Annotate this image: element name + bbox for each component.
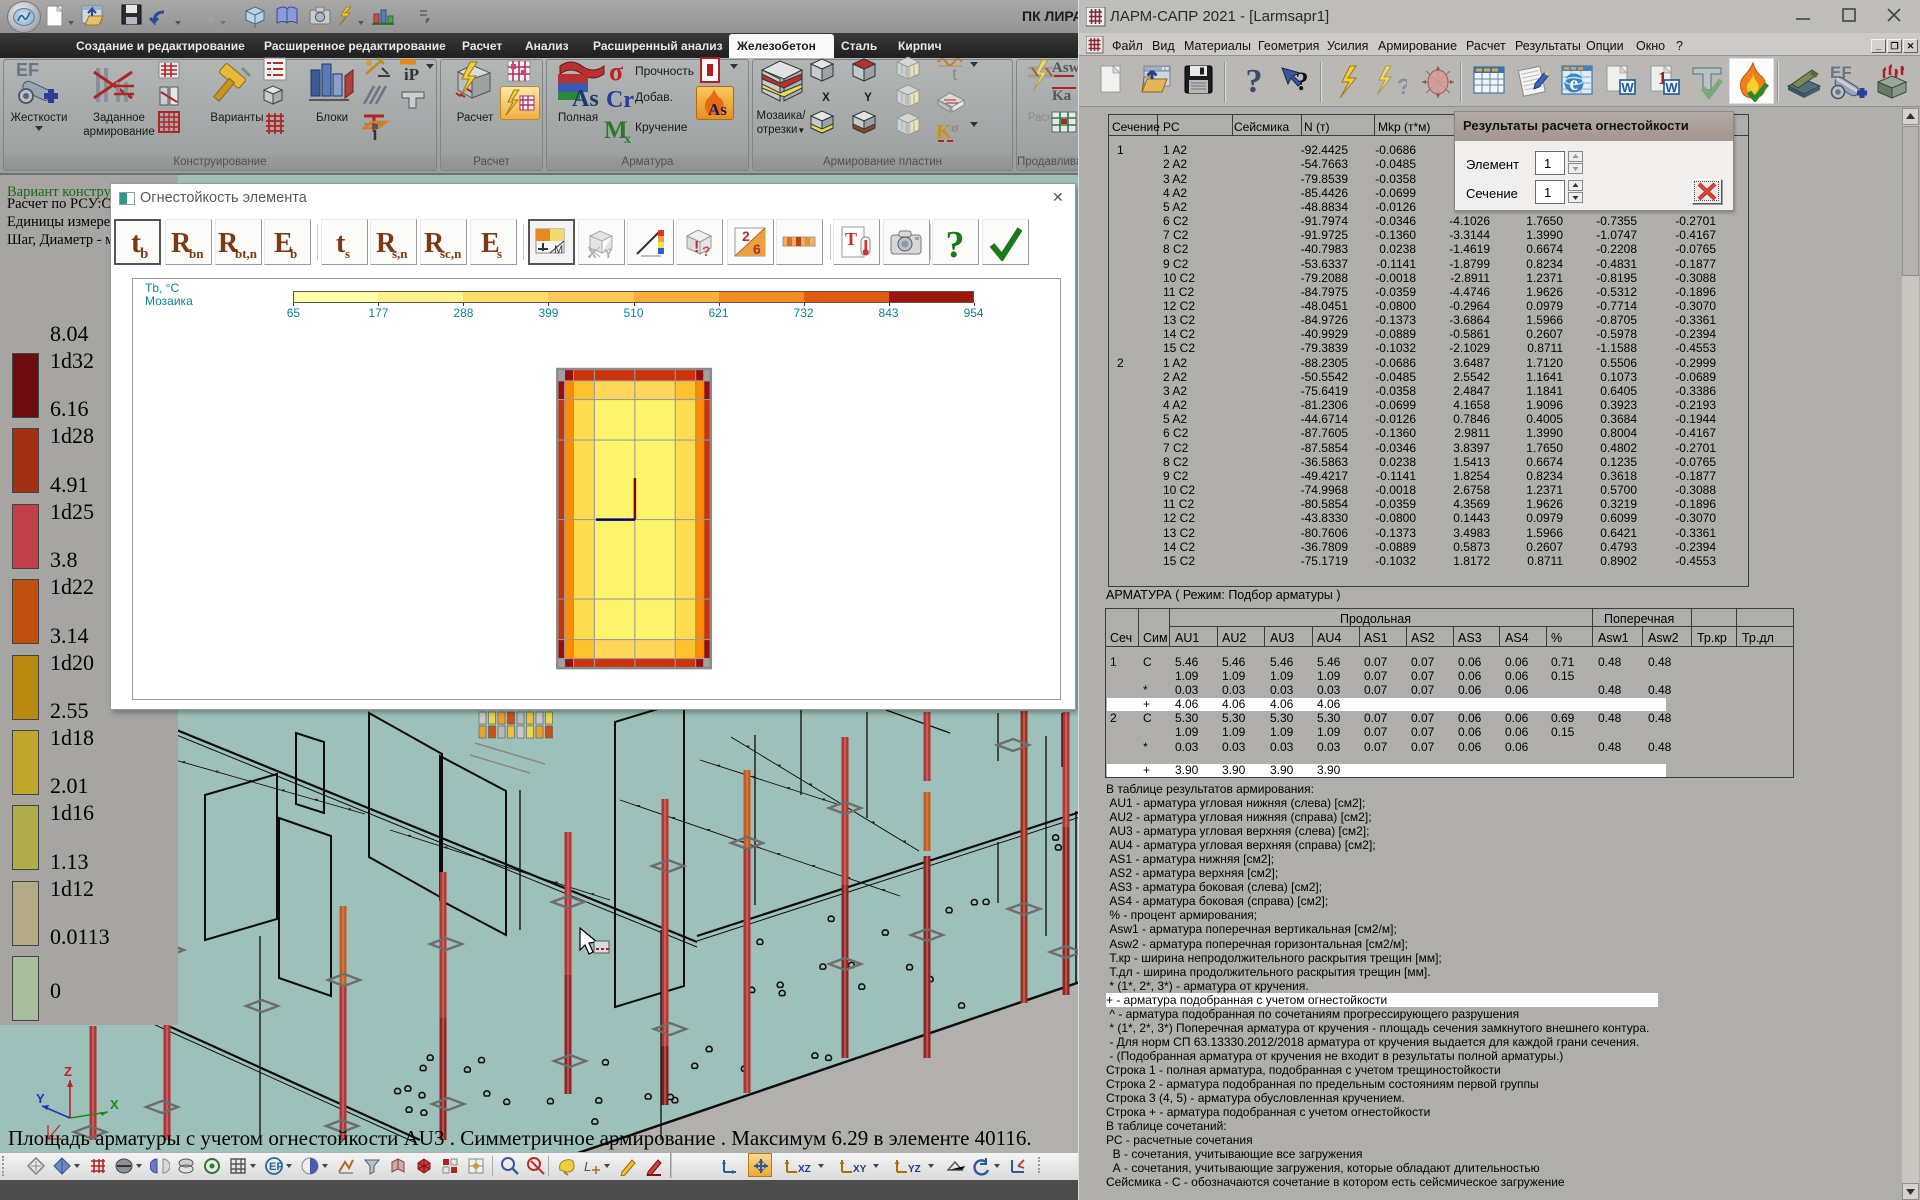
svg-text:Asw: Asw <box>1052 60 1080 76</box>
svg-text:sc,n: sc,n <box>440 246 462 261</box>
svg-text:Cr: Cr <box>606 87 634 112</box>
svg-text:X: X <box>110 1097 119 1112</box>
svg-text:EF: EF <box>269 1161 283 1173</box>
svg-text:bn: bn <box>189 246 204 261</box>
svg-text:2: 2 <box>742 228 750 244</box>
svg-text:σ: σ <box>609 58 623 84</box>
svg-text:Y: Y <box>604 246 613 260</box>
svg-text:YZ: YZ <box>908 1164 921 1175</box>
svg-text:!: ! <box>694 239 699 256</box>
svg-text:?: ? <box>1246 64 1263 100</box>
svg-text:σ: σ <box>951 121 959 136</box>
svg-text:iP: iP <box>404 65 419 82</box>
svg-text:As: As <box>708 100 727 119</box>
svg-text:M: M <box>554 244 563 256</box>
svg-text:bt,n: bt,n <box>235 246 258 261</box>
svg-text:Ka: Ka <box>1052 88 1072 104</box>
svg-text:s: s <box>345 246 350 261</box>
svg-text:L: L <box>584 1159 591 1174</box>
svg-text:Y: Y <box>36 1091 45 1106</box>
svg-text:W: W <box>1665 80 1678 95</box>
svg-text:T: T <box>845 229 857 249</box>
svg-text:As: As <box>572 86 599 106</box>
svg-text:x: x <box>624 132 631 144</box>
svg-text:s: s <box>497 246 502 261</box>
svg-text:EF: EF <box>16 60 39 80</box>
svg-text:XY: XY <box>853 1164 867 1175</box>
svg-text:b: b <box>140 246 148 262</box>
svg-text:XZ: XZ <box>798 1164 811 1175</box>
svg-text:?: ? <box>1397 74 1407 99</box>
svg-text:W: W <box>1621 80 1634 95</box>
svg-text:b: b <box>290 246 297 261</box>
svg-text:6: 6 <box>753 241 761 257</box>
svg-text:K: K <box>936 121 952 143</box>
svg-text:?: ? <box>702 243 711 259</box>
svg-text:Z: Z <box>64 1064 72 1079</box>
svg-text:s,n: s,n <box>392 246 408 261</box>
svg-text:?: ? <box>946 224 965 263</box>
